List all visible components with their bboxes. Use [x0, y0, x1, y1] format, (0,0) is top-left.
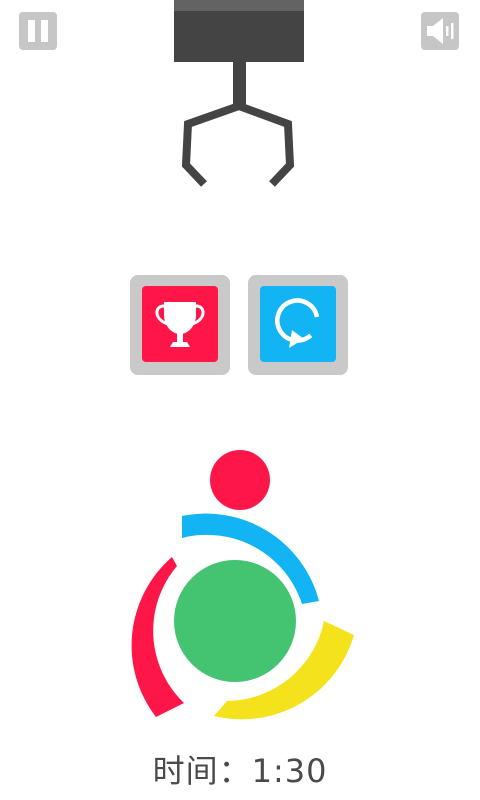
game-playfield [131, 450, 354, 720]
timer-value: 1:30 [251, 752, 328, 790]
falling-red-ball [210, 450, 270, 510]
timer-label: 时间： [152, 752, 252, 790]
timer: 时间：1:30 [0, 746, 480, 792]
center-green-ball [174, 560, 296, 682]
